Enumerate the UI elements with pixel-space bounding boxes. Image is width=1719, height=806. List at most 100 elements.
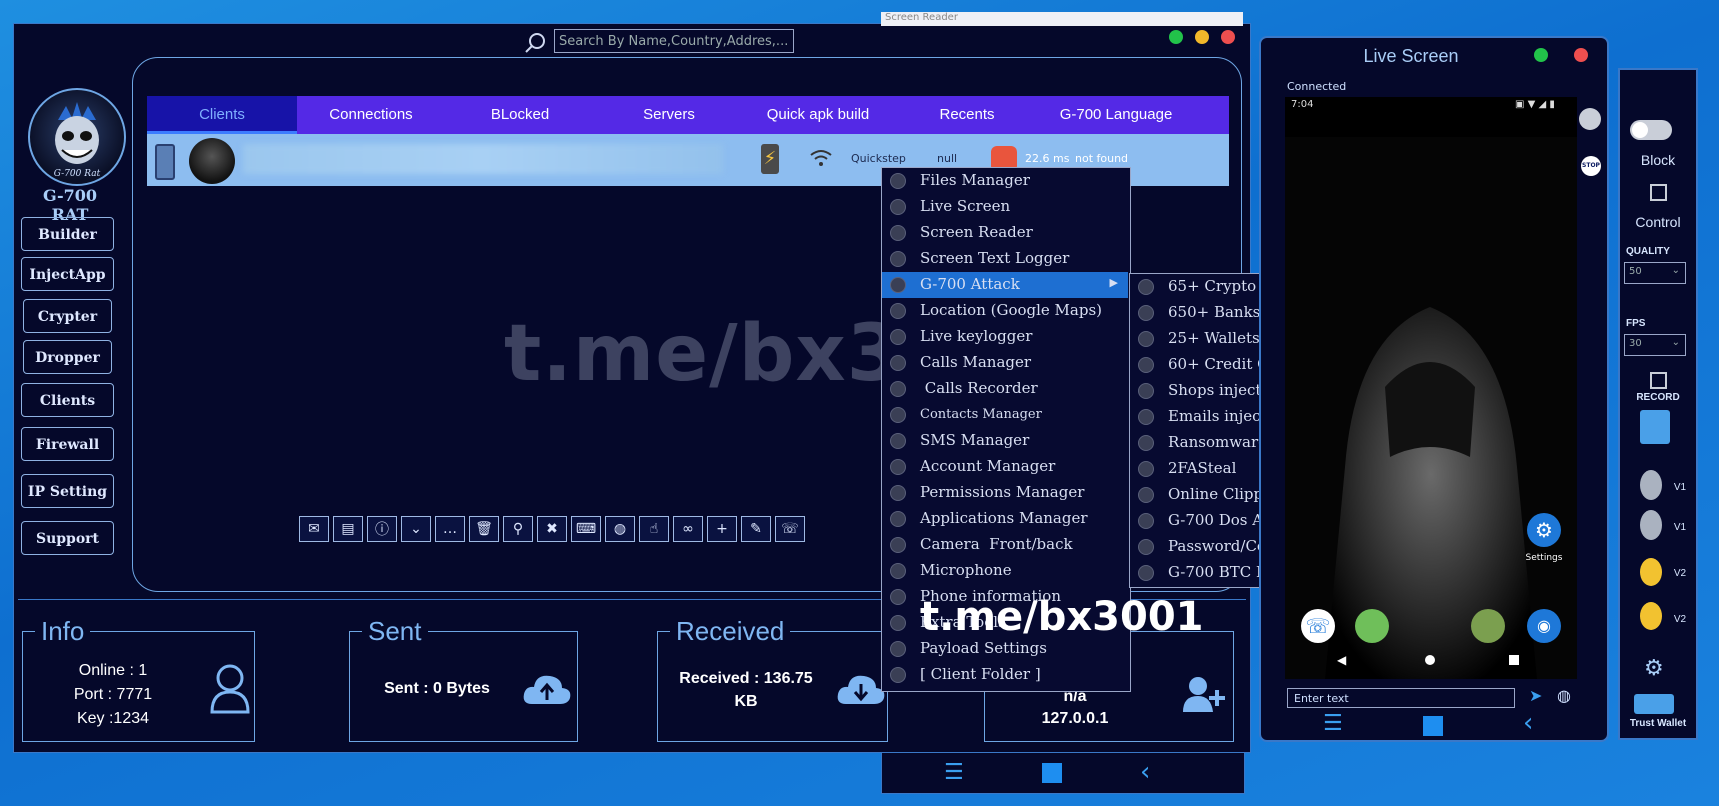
hooded-figure-wallpaper bbox=[1285, 137, 1577, 679]
info-panel: Info Online : 1 Port : 7771 Key :1234 bbox=[22, 616, 255, 742]
window-maximize-button[interactable] bbox=[1169, 30, 1183, 44]
menu-icon[interactable]: ☰ bbox=[1323, 713, 1343, 735]
tab-clients[interactable]: Clients bbox=[147, 96, 297, 134]
stop-button[interactable]: STOP bbox=[1581, 156, 1601, 176]
menu-item-icon bbox=[1138, 435, 1154, 451]
phone-status-icons: ▣ ▼ ◢ ▮ bbox=[1515, 99, 1555, 110]
unlock-v2-icon[interactable] bbox=[1640, 602, 1662, 630]
tab-connections[interactable]: Connections bbox=[297, 96, 445, 134]
live-close-button[interactable] bbox=[1574, 48, 1588, 62]
send-icon[interactable]: ➤ bbox=[1529, 686, 1542, 705]
back-icon[interactable]: ‹ bbox=[1140, 757, 1150, 787]
injectapp-button[interactable]: InjectApp bbox=[21, 257, 114, 291]
messages-app-icon[interactable] bbox=[1355, 609, 1389, 643]
wifi-icon bbox=[810, 150, 832, 166]
firewall-button[interactable]: Firewall bbox=[21, 427, 114, 461]
dropper-button[interactable]: Dropper bbox=[23, 340, 112, 374]
back-icon[interactable]: ‹ bbox=[1523, 708, 1533, 738]
search-input[interactable] bbox=[554, 29, 794, 53]
keyboard-icon[interactable] bbox=[1634, 694, 1674, 714]
menu-calls-recorder[interactable]: Calls Recorder bbox=[882, 376, 1128, 402]
add-user-icon[interactable]: + bbox=[707, 516, 737, 542]
square-icon[interactable] bbox=[1423, 716, 1443, 736]
window-minimize-button[interactable] bbox=[1195, 30, 1209, 44]
contacts-book-icon[interactable]: ▤ bbox=[333, 516, 363, 542]
fps-select[interactable]: 30 ⌄ bbox=[1624, 334, 1686, 356]
pocket-icon[interactable]: ⌄ bbox=[401, 516, 431, 542]
link-icon[interactable]: ∞ bbox=[673, 516, 703, 542]
menu-item-label: Calls Manager bbox=[920, 353, 1032, 371]
lock-v1-icon[interactable] bbox=[1640, 470, 1662, 500]
trash-icon[interactable]: 🗑 bbox=[469, 516, 499, 542]
location-pin-icon[interactable]: ⚲ bbox=[503, 516, 533, 542]
menu-location[interactable]: Location (Google Maps) bbox=[882, 298, 1128, 324]
record-dot-icon[interactable] bbox=[1579, 108, 1601, 130]
globe-icon[interactable]: ◍ bbox=[1557, 686, 1571, 705]
keyboard-icon[interactable]: ⌨ bbox=[571, 516, 601, 542]
ip-setting-button[interactable]: IP Setting bbox=[21, 474, 114, 508]
tab-quick-apk-build[interactable]: Quick apk build bbox=[743, 96, 893, 134]
menu-g700-attack[interactable]: G-700 Attack ▶ bbox=[882, 272, 1128, 298]
mail-icon[interactable]: ✉ bbox=[299, 516, 329, 542]
menu-live-keylogger[interactable]: Live keylogger bbox=[882, 324, 1128, 350]
unlock-v1-icon[interactable] bbox=[1640, 510, 1662, 540]
menu-item-icon bbox=[890, 199, 906, 215]
control-checkbox[interactable] bbox=[1650, 184, 1667, 201]
tab-servers[interactable]: Servers bbox=[595, 96, 743, 134]
action-toolbar: ✉ ▤ ⓘ ⌄ … 🗑 ⚲ ✖ ⌨ ◍ ☝ ∞ + ✎ ☏ bbox=[299, 516, 805, 542]
menu-live-screen[interactable]: Live Screen bbox=[882, 194, 1128, 220]
window-close-button[interactable] bbox=[1221, 30, 1235, 44]
menu-files-manager[interactable]: Files Manager bbox=[882, 168, 1128, 194]
menu-screen-text-logger[interactable]: Screen Text Logger bbox=[882, 246, 1128, 272]
globe-icon[interactable]: ◍ bbox=[605, 516, 635, 542]
client-status-label: not found bbox=[1075, 152, 1129, 165]
remove-user-icon[interactable]: ✖ bbox=[537, 516, 567, 542]
sent-title: Sent bbox=[362, 616, 428, 647]
chat-icon[interactable]: … bbox=[435, 516, 465, 542]
support-button[interactable]: Support bbox=[21, 521, 114, 555]
record-checkbox[interactable] bbox=[1650, 372, 1667, 389]
square-icon[interactable] bbox=[1042, 763, 1062, 783]
menu-sms-manager[interactable]: SMS Manager bbox=[882, 428, 1128, 454]
menu-account-manager[interactable]: Account Manager bbox=[882, 454, 1128, 480]
trust-wallet-label[interactable]: Trust Wallet bbox=[1620, 718, 1696, 729]
android-home-icon[interactable] bbox=[1425, 655, 1435, 665]
menu-camera[interactable]: Camera Front/back bbox=[882, 532, 1128, 558]
lock-v2-icon[interactable] bbox=[1640, 558, 1662, 586]
info-icon[interactable]: ⓘ bbox=[367, 516, 397, 542]
builder-button[interactable]: Builder bbox=[21, 217, 114, 251]
database-icon[interactable] bbox=[1640, 410, 1670, 444]
usb-icon[interactable]: ⚙ bbox=[1644, 656, 1664, 681]
menu-item-icon bbox=[890, 251, 906, 267]
camera-app-icon[interactable]: ◉ bbox=[1527, 609, 1561, 643]
phone-icon[interactable]: ☏ bbox=[775, 516, 805, 542]
edit-icon[interactable]: ✎ bbox=[741, 516, 771, 542]
tab-recents[interactable]: Recents bbox=[893, 96, 1041, 134]
menu-applications-manager[interactable]: Applications Manager bbox=[882, 506, 1128, 532]
menu-icon[interactable]: ☰ bbox=[944, 762, 964, 784]
tab-blocked[interactable]: BLocked bbox=[445, 96, 595, 134]
menu-calls-manager[interactable]: Calls Manager bbox=[882, 350, 1128, 376]
phone-app-icon[interactable]: ☏ bbox=[1301, 609, 1335, 643]
clients-button[interactable]: Clients bbox=[21, 383, 114, 417]
menu-client-folder[interactable]: [ Client Folder ] bbox=[882, 662, 1128, 688]
menu-item-label: SMS Manager bbox=[920, 431, 1030, 449]
android-recents-icon[interactable] bbox=[1509, 655, 1519, 665]
search-icon[interactable] bbox=[524, 32, 546, 54]
crypter-button[interactable]: Crypter bbox=[23, 299, 112, 333]
menu-screen-reader[interactable]: Screen Reader bbox=[882, 220, 1128, 246]
phone-screen[interactable]: 7:04 ▣ ▼ ◢ ▮ ⚙ Settings ☏ ◉ ◀ bbox=[1285, 97, 1577, 679]
android-back-icon[interactable]: ◀ bbox=[1337, 653, 1346, 667]
sent-panel: Sent Sent : 0 Bytes bbox=[349, 616, 578, 742]
live-maximize-button[interactable] bbox=[1534, 48, 1548, 62]
menu-permissions-manager[interactable]: Permissions Manager bbox=[882, 480, 1128, 506]
hand-pointer-icon[interactable]: ☝ bbox=[639, 516, 669, 542]
quality-select[interactable]: 50 ⌄ bbox=[1624, 262, 1686, 284]
text-input[interactable]: Enter text bbox=[1287, 688, 1515, 708]
android-app-icon[interactable] bbox=[1471, 609, 1505, 643]
menu-contacts-manager[interactable]: Contacts Manager bbox=[882, 402, 1128, 428]
settings-gear-icon[interactable]: ⚙ bbox=[1527, 513, 1561, 547]
tab-g700-language[interactable]: G-700 Language bbox=[1041, 96, 1191, 134]
menu-microphone[interactable]: Microphone bbox=[882, 558, 1128, 584]
block-toggle[interactable] bbox=[1630, 120, 1672, 140]
